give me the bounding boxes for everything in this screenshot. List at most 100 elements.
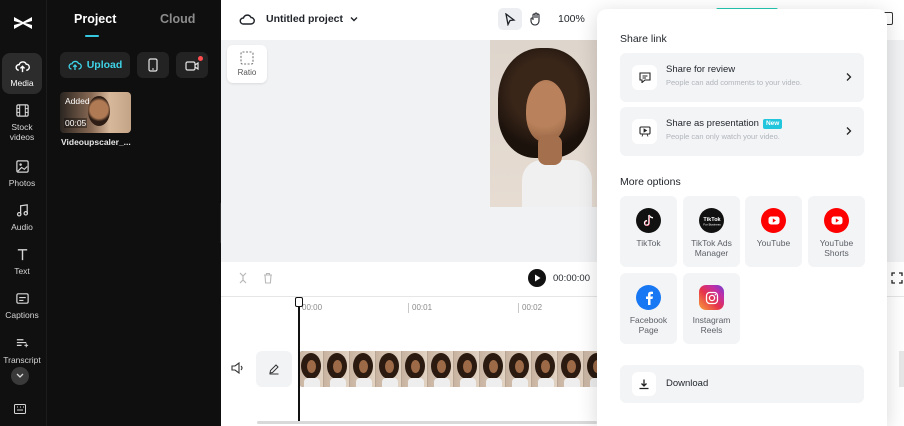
timeline-scrollbar[interactable]	[257, 421, 597, 424]
sidebar-item-label: Photos	[8, 178, 36, 188]
sidebar-item-label: Stock videos	[9, 122, 35, 142]
share-option-facebook[interactable]: Facebook Page	[620, 273, 677, 344]
preview-face	[526, 80, 566, 142]
video-track-clip[interactable]	[298, 351, 618, 387]
share-option-label: TikTok	[636, 238, 661, 248]
sidebar-item-text[interactable]: Text	[2, 247, 42, 276]
share-presentation-title-row: Share as presentation New	[666, 118, 783, 129]
keyboard-icon[interactable]	[14, 404, 26, 414]
captions-icon	[15, 293, 29, 304]
text-icon	[17, 249, 27, 261]
presentation-icon	[632, 119, 657, 144]
ruler-tick: 00:01	[408, 303, 432, 313]
download-icon	[632, 372, 656, 396]
youtube-icon	[761, 208, 786, 233]
pencil-icon	[269, 364, 279, 375]
sidebar-item-audio[interactable]: Audio	[2, 203, 42, 232]
project-title[interactable]: Untitled project	[266, 13, 343, 25]
thumbnail-image	[88, 96, 110, 126]
more-options-heading: More options	[620, 176, 681, 188]
share-popover: Share link Share for review People can a…	[597, 9, 887, 426]
share-option-instagram[interactable]: Instagram Reels	[683, 273, 740, 344]
clip-frame	[506, 351, 532, 387]
clip-frame	[480, 351, 506, 387]
sidebar-item-label: Captions	[5, 310, 39, 320]
tab-cloud[interactable]: Cloud	[160, 12, 195, 26]
image-icon	[15, 160, 29, 173]
tab-active-indicator	[85, 35, 99, 37]
play-button[interactable]	[528, 269, 546, 287]
video-preview[interactable]	[490, 40, 598, 207]
chevron-down-icon[interactable]	[349, 14, 359, 24]
media-thumbnail[interactable]: Added 00:05	[60, 92, 131, 133]
upload-button[interactable]: Upload	[60, 52, 130, 78]
clip-frame	[428, 351, 454, 387]
track-edge	[899, 351, 904, 387]
download-label: Download	[666, 378, 709, 389]
chevron-right-icon	[846, 73, 852, 81]
split-icon[interactable]	[237, 272, 249, 284]
sidebar-item-photos[interactable]: Photos	[2, 159, 42, 188]
sidebar-item-captions[interactable]: Captions	[2, 291, 42, 320]
rail-expand-button[interactable]	[11, 367, 29, 385]
share-for-review-button[interactable]: Share for review People can add comments…	[620, 53, 864, 102]
cloud-upload-icon	[14, 61, 30, 73]
clip-frame	[454, 351, 480, 387]
chevron-right-icon	[846, 127, 852, 135]
trash-icon[interactable]	[262, 272, 274, 284]
film-icon	[15, 104, 29, 117]
duration-label: 00:05	[64, 118, 88, 128]
music-note-icon	[16, 204, 28, 217]
volume-icon[interactable]	[231, 362, 245, 374]
share-option-youtube-shorts[interactable]: YouTube Shorts	[808, 196, 865, 267]
svg-text:For Business: For Business	[703, 222, 721, 226]
cloud-sync-icon[interactable]	[239, 12, 255, 26]
zoom-level[interactable]: 100%	[558, 13, 585, 25]
record-button[interactable]	[176, 52, 208, 78]
hand-tool-button[interactable]	[523, 8, 547, 30]
sidebar-item-label: Transcript	[3, 355, 41, 365]
cloud-upload-icon	[68, 60, 82, 70]
added-badge: Added	[65, 96, 90, 106]
share-review-title: Share for review	[666, 64, 736, 75]
ruler-tick: 00:02	[518, 303, 542, 313]
sidebar-item-label: Media	[10, 78, 34, 88]
transcript-icon	[16, 339, 28, 348]
ratio-button[interactable]: Ratio	[227, 45, 267, 83]
select-tool-button[interactable]	[498, 8, 522, 30]
playhead-handle[interactable]	[295, 297, 303, 307]
clip-frame	[532, 351, 558, 387]
tab-project[interactable]: Project	[74, 12, 116, 26]
chevron-down-icon	[16, 373, 24, 378]
ratio-label: Ratio	[237, 68, 257, 77]
media-panel: Project Cloud Upload Added 00:05 Videoup…	[46, 0, 221, 426]
play-icon	[534, 274, 540, 282]
share-presentation-subtitle: People can only watch your video.	[666, 132, 780, 141]
download-button[interactable]: Download	[620, 365, 864, 403]
ratio-icon	[240, 51, 254, 65]
phone-upload-button[interactable]	[137, 52, 169, 78]
clip-frame	[558, 351, 584, 387]
cursor-icon	[505, 12, 516, 26]
sidebar-item-media[interactable]: Media	[2, 53, 42, 94]
share-as-presentation-button[interactable]: Share as presentation New People can onl…	[620, 107, 864, 156]
sidebar-item-transcript[interactable]: Transcript	[2, 336, 42, 365]
preview-hand	[538, 135, 562, 165]
share-option-youtube[interactable]: YouTube	[745, 196, 802, 267]
share-option-tiktok[interactable]: TikTok	[620, 196, 677, 267]
edit-cover-button[interactable]	[256, 351, 292, 387]
camera-icon	[185, 60, 199, 71]
upload-label: Upload	[86, 59, 123, 71]
share-option-tiktok-ads[interactable]: TikTok For Business TikTok Ads Manager	[683, 196, 740, 267]
playhead[interactable]	[295, 297, 303, 423]
fullscreen-icon[interactable]	[891, 272, 903, 284]
record-indicator	[198, 56, 203, 61]
sidebar-item-stock-videos[interactable]: Stock videos	[2, 103, 42, 142]
media-filename: Videoupscaler_...	[61, 137, 131, 147]
clip-frame	[350, 351, 376, 387]
comment-icon	[632, 65, 657, 90]
current-time: 00:00:00	[553, 273, 590, 284]
share-option-label: Facebook Page	[629, 315, 668, 335]
tiktok-business-icon: TikTok For Business	[699, 208, 724, 233]
share-option-label: TikTok Ads Manager	[691, 238, 732, 258]
